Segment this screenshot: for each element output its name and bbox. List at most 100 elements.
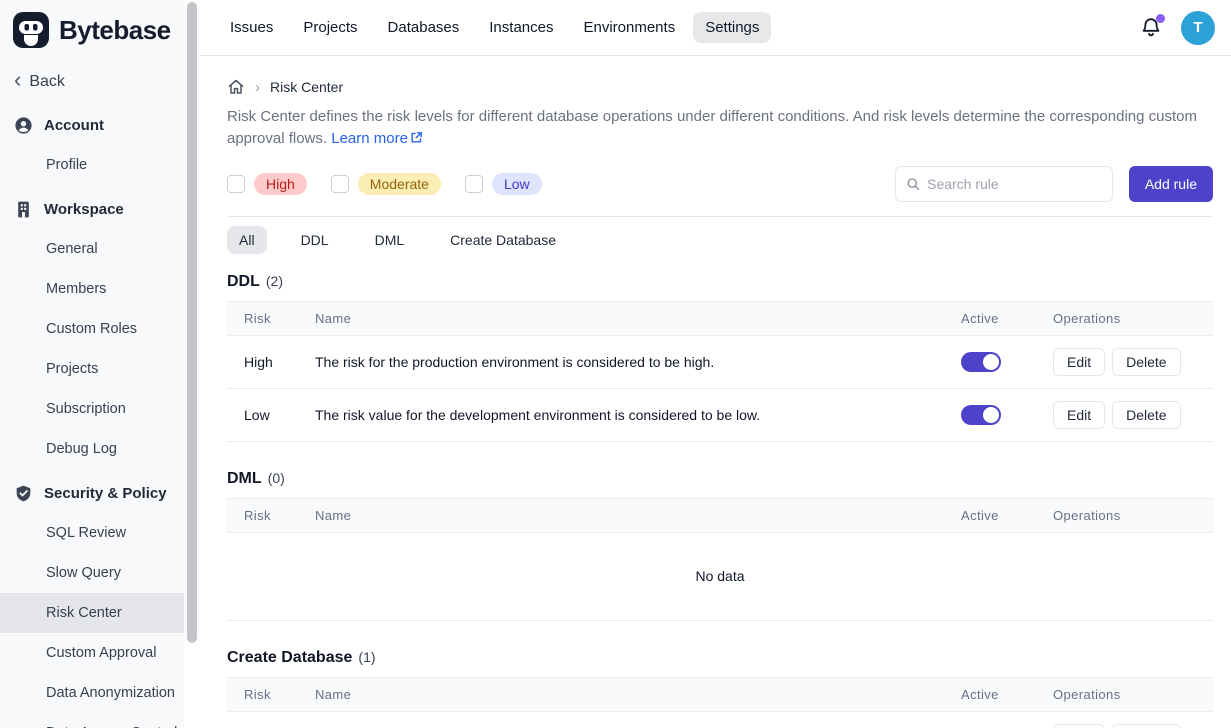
delete-button[interactable]: Delete [1112, 724, 1180, 728]
nav-projects[interactable]: Projects [291, 12, 369, 43]
sidebar-item-custom-roles[interactable]: Custom Roles [0, 309, 184, 349]
column-operations: Operations [1053, 301, 1213, 335]
empty-row: No data [227, 532, 1213, 620]
delete-button[interactable]: Delete [1112, 401, 1180, 429]
top-navigation-bar: Issues Projects Databases Instances Envi… [200, 0, 1231, 56]
filter-group-moderate: Moderate [331, 173, 441, 195]
sidebar-item-label: Projects [46, 361, 98, 377]
sidebar-item-label: Profile [46, 157, 87, 173]
column-active: Active [961, 498, 1053, 532]
sidebar-item-slow-query[interactable]: Slow Query [0, 553, 184, 593]
section-title: Create Database [227, 649, 352, 667]
nav-instances[interactable]: Instances [477, 12, 565, 43]
risk-center-page: › Risk Center Risk Center defines the ri… [200, 56, 1231, 728]
tab-dml[interactable]: DML [363, 226, 417, 254]
high-risk-badge[interactable]: High [254, 173, 307, 195]
section-ddl: DDL (2) Risk Name Active Operations High [227, 273, 1213, 442]
section-dml: DML (0) Risk Name Active Operations No d… [227, 470, 1213, 621]
notification-bell-button[interactable] [1139, 16, 1163, 40]
sidebar-item-debug-log[interactable]: Debug Log [0, 429, 184, 469]
nav-settings[interactable]: Settings [693, 12, 771, 43]
brand-name: Bytebase [59, 15, 171, 46]
column-risk: Risk [227, 498, 315, 532]
sidebar-item-label: Custom Approval [46, 645, 156, 661]
chevron-right-icon: › [255, 79, 260, 96]
low-checkbox[interactable] [465, 175, 483, 193]
sidebar-item-general[interactable]: General [0, 229, 184, 269]
sidebar-item-subscription[interactable]: Subscription [0, 389, 184, 429]
moderate-risk-badge[interactable]: Moderate [358, 173, 441, 195]
edit-button[interactable]: Edit [1053, 348, 1105, 376]
active-toggle[interactable] [961, 405, 1001, 425]
add-rule-button[interactable]: Add rule [1129, 166, 1213, 202]
user-avatar[interactable]: T [1181, 11, 1215, 45]
risk-cell: High [227, 335, 315, 388]
sidebar-item-risk-center[interactable]: Risk Center [0, 593, 184, 633]
sidebar-item-sql-review[interactable]: SQL Review [0, 513, 184, 553]
sidebar-item-label: SQL Review [46, 525, 126, 541]
home-icon[interactable] [227, 78, 245, 96]
sidebar-item-data-anonymization[interactable]: Data Anonymization [0, 673, 184, 713]
dml-rules-table: Risk Name Active Operations No data [227, 498, 1213, 621]
breadcrumb-current: Risk Center [270, 79, 343, 95]
search-rule-box [895, 166, 1113, 202]
sidebar-section-account: Account [0, 105, 184, 145]
low-risk-badge[interactable]: Low [492, 173, 542, 195]
back-label: Back [29, 73, 65, 91]
user-icon [15, 117, 32, 134]
toolbar-divider [227, 216, 1213, 217]
brand-logo[interactable]: Bytebase [0, 0, 184, 56]
tab-create-database[interactable]: Create Database [438, 226, 568, 254]
section-count: (2) [266, 273, 283, 289]
column-active: Active [961, 677, 1053, 711]
name-cell: The risk value for the development envir… [315, 388, 961, 441]
sidebar-section-label: Account [44, 117, 104, 134]
delete-button[interactable]: Delete [1112, 348, 1180, 376]
category-tabs: All DDL DML Create Database [227, 226, 1213, 254]
sidebar-item-custom-approval[interactable]: Custom Approval [0, 633, 184, 673]
toggle-knob [983, 407, 999, 423]
sidebar-item-data-access-control[interactable]: Data Access Control [0, 713, 184, 728]
active-toggle[interactable] [961, 352, 1001, 372]
ddl-rules-table: Risk Name Active Operations High The ris… [227, 301, 1213, 442]
sidebar-item-label: Subscription [46, 401, 126, 417]
learn-more-link[interactable]: Learn more [331, 130, 423, 147]
edit-button[interactable]: Edit [1053, 401, 1105, 429]
column-name: Name [315, 301, 961, 335]
table-row: Low The risk value for the development e… [227, 388, 1213, 441]
column-operations: Operations [1053, 677, 1213, 711]
back-button[interactable]: ‹ Back [0, 56, 184, 101]
moderate-checkbox[interactable] [331, 175, 349, 193]
tab-all[interactable]: All [227, 226, 267, 254]
sidebar-item-label: Custom Roles [46, 321, 137, 337]
app-window: Bytebase ‹ Back Account Profile [0, 0, 1231, 728]
search-rule-input[interactable] [927, 176, 1102, 192]
sidebar-item-label: Risk Center [46, 605, 122, 621]
settings-sidebar: Bytebase ‹ Back Account Profile [0, 0, 200, 728]
toggle-knob [983, 354, 999, 370]
column-operations: Operations [1053, 498, 1213, 532]
section-create-database: Create Database (1) Risk Name Active Ope… [227, 649, 1213, 728]
section-count: (1) [358, 649, 375, 665]
sidebar-item-members[interactable]: Members [0, 269, 184, 309]
sidebar-section-security-policy: Security & Policy [0, 473, 184, 513]
section-count: (0) [268, 470, 285, 486]
column-name: Name [315, 677, 961, 711]
edit-button[interactable]: Edit [1053, 724, 1105, 728]
search-icon [906, 176, 920, 192]
table-header-row: Risk Name Active Operations [227, 677, 1213, 711]
nav-environments[interactable]: Environments [571, 12, 687, 43]
building-icon [15, 201, 32, 218]
high-checkbox[interactable] [227, 175, 245, 193]
main-area: Issues Projects Databases Instances Envi… [200, 0, 1231, 728]
sidebar-item-projects[interactable]: Projects [0, 349, 184, 389]
nav-databases[interactable]: Databases [376, 12, 472, 43]
name-cell: Creating a database in the production en… [315, 711, 961, 728]
tab-ddl[interactable]: DDL [289, 226, 341, 254]
risk-cell: Moderate [227, 711, 315, 728]
create-database-rules-table: Risk Name Active Operations Moderate Cre… [227, 677, 1213, 728]
nav-issues[interactable]: Issues [218, 12, 285, 43]
sidebar-item-profile[interactable]: Profile [0, 145, 184, 185]
filter-toolbar: High Moderate Low [227, 166, 1213, 202]
main-nav: Issues Projects Databases Instances Envi… [218, 12, 771, 43]
